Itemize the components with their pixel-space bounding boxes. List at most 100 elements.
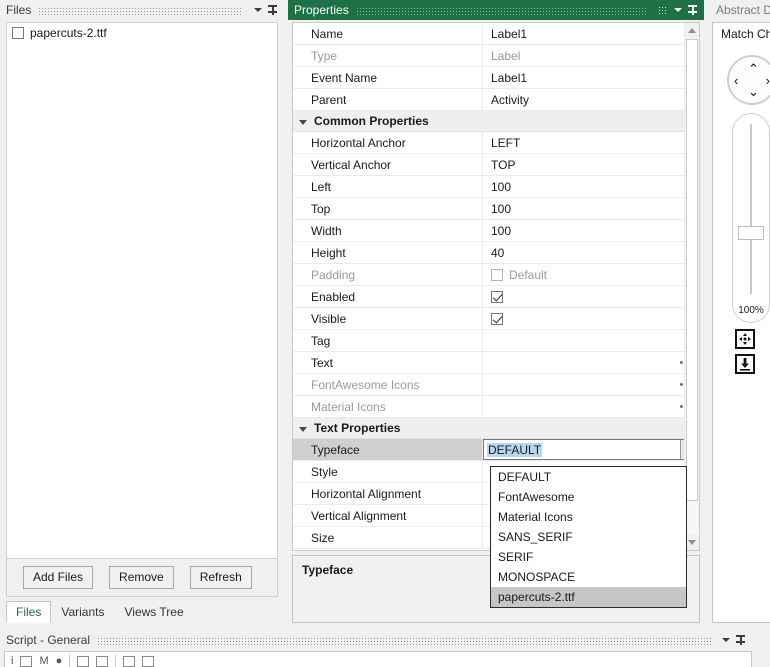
property-name: Vertical Alignment: [293, 505, 483, 526]
remove-button[interactable]: Remove: [109, 566, 174, 589]
grip-dots-icon: [655, 3, 670, 18]
property-value[interactable]: Label: [483, 45, 699, 66]
property-checkbox[interactable]: [491, 268, 503, 281]
property-row[interactable]: Height 40: [293, 242, 699, 264]
refresh-button[interactable]: Refresh: [189, 566, 252, 589]
pin-icon[interactable]: [685, 3, 700, 18]
property-row[interactable]: Vertical Anchor TOP: [293, 154, 699, 176]
chevron-down-icon[interactable]: [250, 3, 265, 18]
property-value[interactable]: 100: [483, 176, 699, 197]
property-row[interactable]: Material Icons•••: [293, 396, 699, 418]
file-checkbox[interactable]: [12, 26, 24, 39]
dropdown-option[interactable]: papercuts-2.ttf: [491, 587, 686, 607]
zoom-slider-thumb[interactable]: [738, 226, 764, 240]
property-value[interactable]: •••: [483, 396, 699, 417]
property-value[interactable]: [483, 286, 699, 307]
property-row[interactable]: Horizontal Anchor LEFT: [293, 132, 699, 154]
toolbar-icon-6[interactable]: [96, 655, 109, 667]
scrollbar-thumb[interactable]: [686, 39, 698, 501]
property-group-header[interactable]: Text Properties: [293, 418, 699, 439]
tab-variants[interactable]: Variants: [51, 601, 114, 623]
pan-right-icon[interactable]: ›: [766, 74, 770, 87]
script-panel-header: Script - General: [0, 630, 752, 650]
property-row[interactable]: Tag: [293, 330, 699, 352]
property-checkbox[interactable]: [491, 312, 503, 325]
property-row[interactable]: Top 100: [293, 198, 699, 220]
typeface-combobox[interactable]: DEFAULT: [483, 439, 699, 460]
property-value[interactable]: 100: [483, 198, 699, 219]
property-name: Left: [293, 176, 483, 197]
property-row[interactable]: FontAwesome Icons•••: [293, 374, 699, 396]
property-row[interactable]: Type Label: [293, 45, 699, 67]
property-value[interactable]: [483, 330, 699, 351]
property-name: Horizontal Anchor: [293, 132, 483, 153]
property-row[interactable]: Event Name Label1: [293, 67, 699, 89]
toolbar-icon-8[interactable]: [142, 655, 155, 667]
dropdown-option[interactable]: SERIF: [491, 547, 686, 567]
toolbar-icon-4[interactable]: ●: [56, 655, 63, 667]
property-row[interactable]: Typeface DEFAULT: [293, 439, 699, 461]
property-value[interactable]: •••: [483, 374, 699, 395]
property-value[interactable]: DEFAULT: [483, 439, 699, 460]
property-group-header[interactable]: Common Properties: [293, 111, 699, 132]
pan-left-icon[interactable]: ‹: [734, 74, 738, 87]
script-panel: Script - General i M ●: [0, 630, 752, 667]
pan-up-icon[interactable]: ⌃: [748, 62, 759, 75]
property-checkbox[interactable]: [491, 290, 503, 303]
tab-match-children[interactable]: Match Ch: [712, 22, 770, 44]
save-download-icon[interactable]: [735, 354, 755, 374]
toolbar-icon-5[interactable]: [77, 655, 90, 667]
zoom-slider[interactable]: 100%: [732, 113, 770, 323]
fit-to-screen-icon[interactable]: [735, 329, 755, 349]
pin-icon[interactable]: [733, 633, 748, 648]
property-row[interactable]: Visible: [293, 308, 699, 330]
files-tree[interactable]: papercuts-2.ttf: [6, 22, 278, 559]
property-name: Material Icons: [293, 396, 483, 417]
typeface-combobox-value[interactable]: DEFAULT: [484, 440, 680, 459]
toolbar-icon-2[interactable]: [20, 655, 33, 667]
dropdown-option[interactable]: DEFAULT: [491, 467, 686, 487]
dropdown-option[interactable]: FontAwesome: [491, 487, 686, 507]
list-item[interactable]: papercuts-2.ttf: [7, 23, 277, 42]
pan-down-icon[interactable]: ⌄: [748, 85, 759, 98]
dropdown-option[interactable]: MONOSPACE: [491, 567, 686, 587]
property-value[interactable]: TOP: [483, 154, 699, 175]
scroll-up-arrow[interactable]: [685, 23, 699, 38]
tab-views-tree[interactable]: Views Tree: [114, 601, 193, 623]
chevron-down-icon[interactable]: [718, 633, 733, 648]
property-name: Parent: [293, 89, 483, 110]
group-collapse-icon[interactable]: [299, 119, 307, 125]
pin-icon[interactable]: [265, 3, 280, 18]
property-row[interactable]: Name Label1: [293, 23, 699, 45]
property-value[interactable]: Activity: [483, 89, 699, 110]
property-value[interactable]: [483, 308, 699, 329]
script-editor-body[interactable]: i M ●: [4, 651, 752, 667]
property-value[interactable]: •••: [483, 352, 699, 373]
property-value[interactable]: Default: [483, 264, 699, 285]
typeface-dropdown-list[interactable]: DEFAULT FontAwesome Material Icons SANS_SER…: [490, 466, 687, 608]
property-value[interactable]: 40: [483, 242, 699, 263]
pan-dpad-control[interactable]: ⌃ ⌄ ‹ ›: [727, 55, 770, 105]
property-value-text: Label1: [491, 26, 528, 41]
group-collapse-icon[interactable]: [299, 426, 307, 432]
property-row[interactable]: Left 100: [293, 176, 699, 198]
toolbar-icon-3[interactable]: M: [39, 655, 48, 667]
property-row[interactable]: Width 100: [293, 220, 699, 242]
property-value[interactable]: 100: [483, 220, 699, 241]
property-row[interactable]: Parent Activity: [293, 89, 699, 111]
toolbar-icon-1[interactable]: i: [11, 655, 13, 667]
property-row[interactable]: Padding Default: [293, 264, 699, 286]
property-value[interactable]: Label1: [483, 23, 699, 44]
dropdown-option[interactable]: Material Icons: [491, 507, 686, 527]
dropdown-option[interactable]: SANS_SERIF: [491, 527, 686, 547]
property-row[interactable]: Enabled: [293, 286, 699, 308]
scroll-down-arrow[interactable]: [685, 535, 699, 550]
add-files-button[interactable]: Add Files: [23, 566, 94, 589]
property-row[interactable]: Text•••: [293, 352, 699, 374]
tab-files[interactable]: Files: [6, 601, 52, 623]
toolbar-icon-7[interactable]: [123, 655, 136, 667]
property-value[interactable]: LEFT: [483, 132, 699, 153]
property-value[interactable]: Label1: [483, 67, 699, 88]
chevron-down-icon[interactable]: [670, 3, 685, 18]
property-name: Text: [293, 352, 483, 373]
